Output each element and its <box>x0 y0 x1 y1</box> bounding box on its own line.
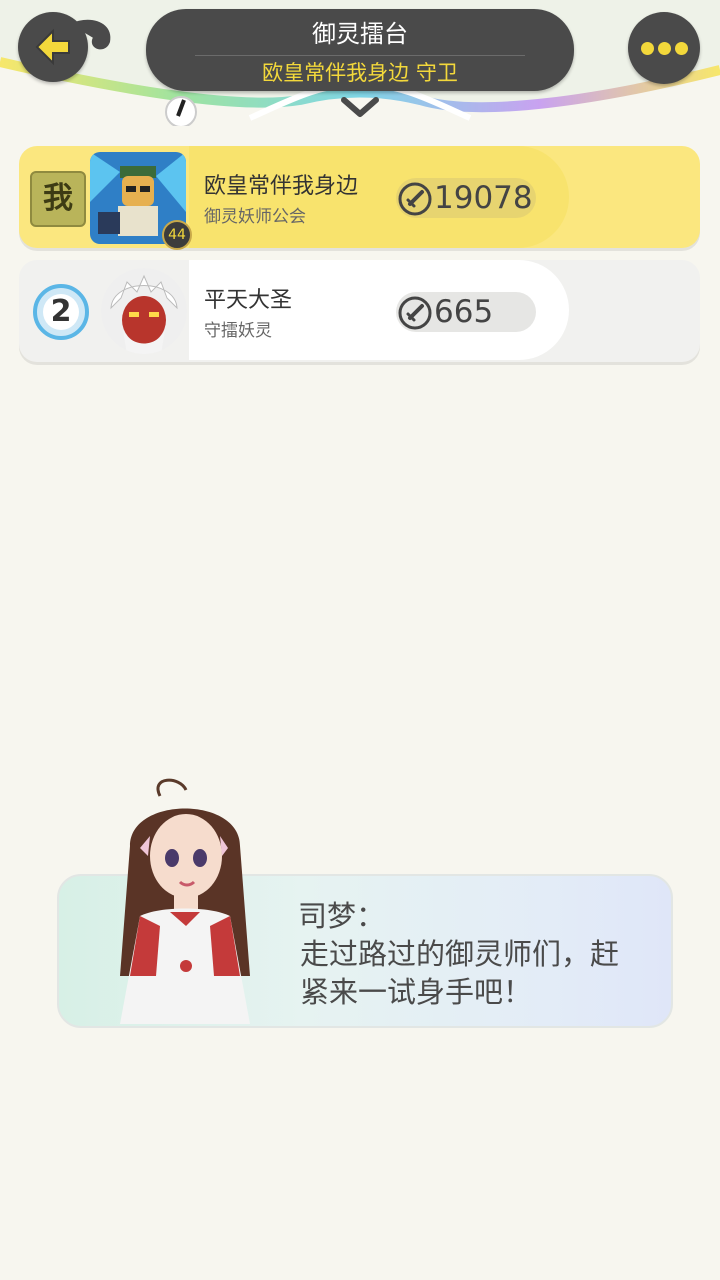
more-dot <box>657 41 671 55</box>
top-bar: 御灵擂台 欧皇常伴我身边 守卫 <box>0 0 720 130</box>
sword-emblem-icon <box>165 96 197 126</box>
npc-dialog-line: 走过路过的御灵师们，赶 <box>300 937 620 971</box>
power-score-value: 19078 <box>434 180 533 216</box>
sword-icon <box>398 296 432 330</box>
title-divider <box>195 55 525 56</box>
npc-dialog-line: 紧来一试身手吧！ <box>300 975 533 1009</box>
sword-icon <box>398 182 432 216</box>
more-dot <box>674 41 688 55</box>
page-title: 御灵擂台 <box>312 20 408 48</box>
rank-badge: 2 <box>31 282 91 342</box>
power-score-value: 665 <box>434 294 494 330</box>
player-name: 平天大圣 <box>204 288 293 313</box>
more-dots-icon <box>640 41 654 55</box>
back-button-tail-decoration <box>70 19 111 50</box>
level-badge: 44 <box>162 220 192 250</box>
expand-button[interactable] <box>338 92 382 122</box>
npc-speaker-name: 司梦： <box>298 899 386 933</box>
page-subtitle: 欧皇常伴我身边 守卫 <box>262 61 458 85</box>
player-guild: 御灵妖师公会 <box>204 207 306 227</box>
avatar[interactable] <box>101 268 187 354</box>
more-button[interactable] <box>628 12 700 84</box>
power-score: 19078 <box>396 178 536 218</box>
rank-number: 2 <box>50 294 72 329</box>
rank-badge-self: 我 <box>30 171 86 227</box>
ranking-row-2[interactable]: 2 平天大圣 守擂妖灵 665 <box>19 260 700 362</box>
npc-character-illustration <box>120 778 250 1024</box>
power-score: 665 <box>396 292 536 332</box>
title-banner: 御灵擂台 欧皇常伴我身边 守卫 <box>146 9 574 91</box>
ranking-row-self[interactable]: 我 44 欧皇常伴我身边 御灵妖师公会 19078 <box>19 146 700 250</box>
player-guild: 守擂妖灵 <box>204 321 272 341</box>
player-portrait <box>101 268 187 354</box>
player-name: 欧皇常伴我身边 <box>204 174 359 199</box>
chevron-down-icon <box>341 97 379 117</box>
